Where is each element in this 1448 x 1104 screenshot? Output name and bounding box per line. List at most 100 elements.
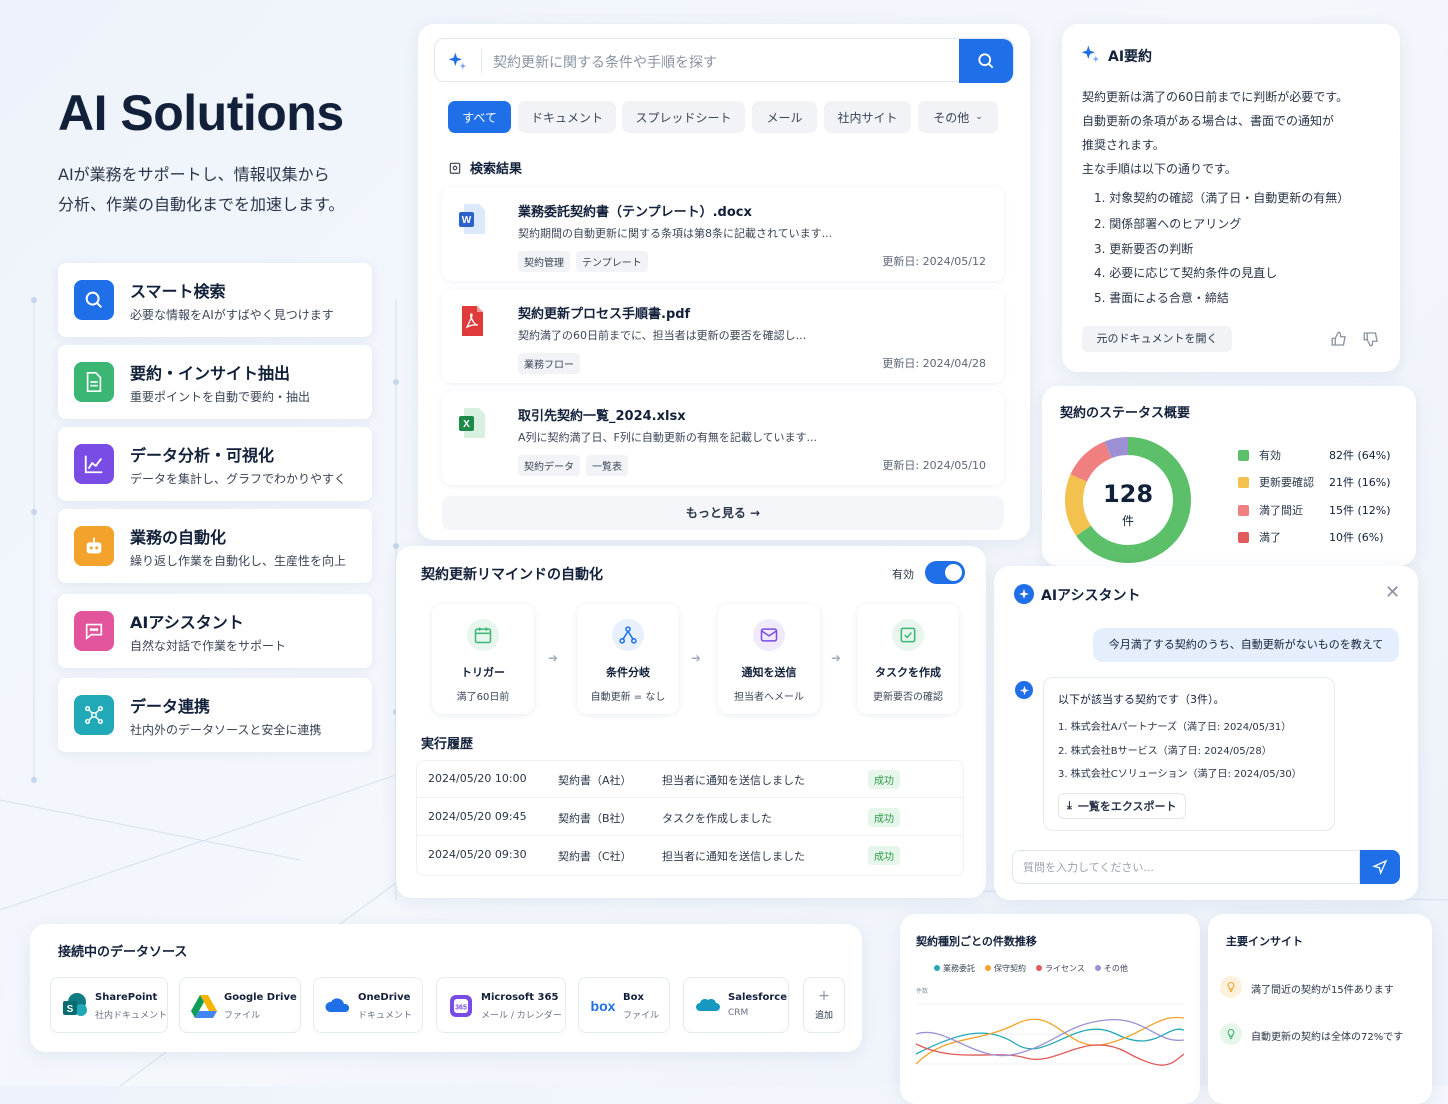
sparkle-icon [448,52,467,70]
close-icon[interactable]: ✕ [1385,582,1400,603]
feature-data-analysis[interactable]: データ分析・可視化 データを集計し、グラフでわかりやすく [58,427,372,501]
reply-item: 1. 株式会社Aパートナーズ（満了日: 2024/05/31） [1058,722,1292,733]
summary-step: 4. 必要に応じて契約条件の見直し [1094,266,1278,280]
open-document-button[interactable]: 元のドキュメントを開く [1082,326,1232,352]
hero-subtitle-line-2: 分析、作業の自動化までを加速します。 [58,195,345,214]
onedrive-icon [325,998,350,1012]
excel-file-icon: X [459,408,485,438]
filter-documents[interactable]: ドキュメント [518,101,616,133]
legend-label: 有効 [1259,449,1281,462]
status-unit: 件 [1121,514,1134,528]
chevron-down-icon: ⌄ [975,112,983,122]
search-result[interactable]: 契約更新プロセス手順書.pdf 契約満了の60日前までに、担当者は更新の要否を確… [442,289,1004,383]
datasource-sharepoint[interactable]: S SharePoint 社内ドキュメント [50,977,168,1033]
step-desc: 更新要否の確認 [873,692,943,703]
history-time: 2024/05/20 09:45 [428,810,527,823]
step-desc: 自動更新 = なし [590,692,666,703]
step-title: タスクを作成 [875,666,941,679]
assistant-input[interactable]: 質問を入力してください... [1012,850,1360,884]
ai-summary-title: AI要約 [1108,49,1153,65]
datasource-name: Box [623,992,644,1003]
chat-icon [74,611,114,651]
lightbulb-icon [1220,976,1242,998]
filter-intranet[interactable]: 社内サイト [824,101,911,133]
plus-icon: + [818,988,830,1004]
trend-series-line [916,1043,1184,1066]
step-desc: 満了60日前 [456,692,510,703]
trend-legend: 業務委託 保守契約 ライセンス その他 [934,963,1128,974]
thumbs-up-icon[interactable] [1330,330,1348,348]
datasource-name: Google Drive [224,992,297,1003]
feature-desc: データを集計し、グラフでわかりやすく [130,472,347,486]
mail-icon [753,619,785,651]
step-title: 通知を送信 [741,666,797,679]
chart-icon [74,444,114,484]
history-row: 2024/05/20 09:30 契約書（C社） 担当者に通知を送信しました 成功 [416,836,964,874]
feature-automation[interactable]: 業務の自動化 繰り返し作業を自動化し、生産性を向上 [58,509,372,583]
legend-label: 業務委託 [943,964,975,973]
add-label: 追加 [814,1011,833,1021]
filter-all[interactable]: すべて [448,101,511,133]
datasource-google-drive[interactable]: Google Drive ファイル [179,977,301,1033]
search-result[interactable]: W 業務委託契約書（テンプレート）.docx 契約期間の自動更新に関する条項は第… [442,187,1004,281]
add-datasource-button[interactable]: + 追加 [803,977,845,1033]
feature-desc: 重要ポイントを自動で要約・抽出 [130,390,311,404]
feature-summary-insight[interactable]: 要約・インサイト抽出 重要ポイントを自動で要約・抽出 [58,345,372,419]
datasource-onedrive[interactable]: OneDrive ドキュメント [313,977,423,1033]
reply-item: 3. 株式会社Cソリューション（満了日: 2024/05/30） [1058,769,1302,780]
result-tag: 契約データ [518,455,580,476]
legend-label: 満了間近 [1259,504,1303,517]
datasource-box[interactable]: box Box ファイル [578,977,670,1033]
datasource-name: OneDrive [358,992,411,1003]
flow-step-trigger[interactable]: トリガー 満了60日前 [432,604,534,714]
svg-text:W: W [462,215,472,226]
svg-text:365: 365 [455,1005,467,1012]
feature-ai-assistant[interactable]: AIアシスタント 自然な対話で作業をサポート [58,594,372,668]
datasource-salesforce[interactable]: Salesforce CRM [683,977,789,1033]
history-action: 担当者に通知を送信しました [662,774,805,787]
filter-other-label: その他 [933,110,970,125]
svg-text:X: X [463,419,470,430]
feature-data-integration[interactable]: データ連携 社内外のデータソースと安全に連携 [58,678,372,752]
search-input[interactable]: 契約更新に関する条件や手順を探す [493,52,717,72]
datasource-microsoft365[interactable]: 365 Microsoft 365 メール / カレンダー [436,977,566,1033]
feature-desc: 社内外のデータソースと安全に連携 [130,723,322,737]
svg-text:box: box [591,998,616,1014]
filter-mail[interactable]: メール [752,101,817,133]
calendar-icon [467,619,499,651]
insight-text: 自動更新の契約は全体の72%です [1251,1032,1404,1043]
send-icon [1372,859,1388,875]
user-message: 今月満了する契約のうち、自動更新がないものを教えて [1093,628,1399,662]
summary-text: 自動更新の条項がある場合は、書面での通知が [1082,114,1335,128]
automation-toggle[interactable] [925,561,965,584]
insights-title: 主要インサイト [1226,935,1303,948]
thumbs-down-icon[interactable] [1362,330,1380,348]
filter-spreadsheets[interactable]: スプレッドシート [622,101,745,133]
results-heading-label: 検索結果 [470,162,523,177]
more-button[interactable]: もっと見る → [442,496,1004,530]
legend-value: 21件 (16%) [1329,476,1391,489]
flow-step-notify[interactable]: 通知を送信 担当者へメール [718,604,820,714]
assistant-reply-avatar [1015,681,1033,699]
hero-subtitle-line-1: AIが業務をサポートし、情報収集から [58,165,330,184]
search-bar: 契約更新に関する条件や手順を探す [434,38,1014,83]
arrow-right-icon: ➜ [548,651,559,665]
feature-desc: 必要な情報をAIがすばやく見つけます [130,308,334,322]
search-button[interactable] [959,39,1013,83]
flow-step-condition[interactable]: 条件分岐 自動更新 = なし [577,604,679,714]
send-button[interactable] [1360,850,1400,884]
flow-step-task[interactable]: タスクを作成 更新要否の確認 [857,604,959,714]
history-action: 担当者に通知を送信しました [662,850,805,863]
datasource-name: Microsoft 365 [481,992,559,1003]
salesforce-icon [696,998,720,1011]
export-button[interactable]: ⤓ 一覧をエクスポート [1058,793,1186,819]
search-result[interactable]: X 取引先契約一覧_2024.xlsx A列に契約満了日、F列に自動更新の有無を… [442,391,1004,485]
feature-smart-search[interactable]: スマート検索 必要な情報をAIがすばやく見つけます [58,263,372,337]
sparkle-icon [1081,45,1100,63]
datasource-sub: メール / カレンダー [481,1011,562,1021]
filter-other[interactable]: その他 ⌄ [918,101,998,133]
summary-step: 1. 対象契約の確認（満了日・自動更新の有無） [1094,191,1350,205]
status-legend-item: 更新要確認 21件 (16%) [1238,474,1391,490]
legend-label: その他 [1103,964,1128,973]
step-title: 条件分岐 [606,666,650,679]
